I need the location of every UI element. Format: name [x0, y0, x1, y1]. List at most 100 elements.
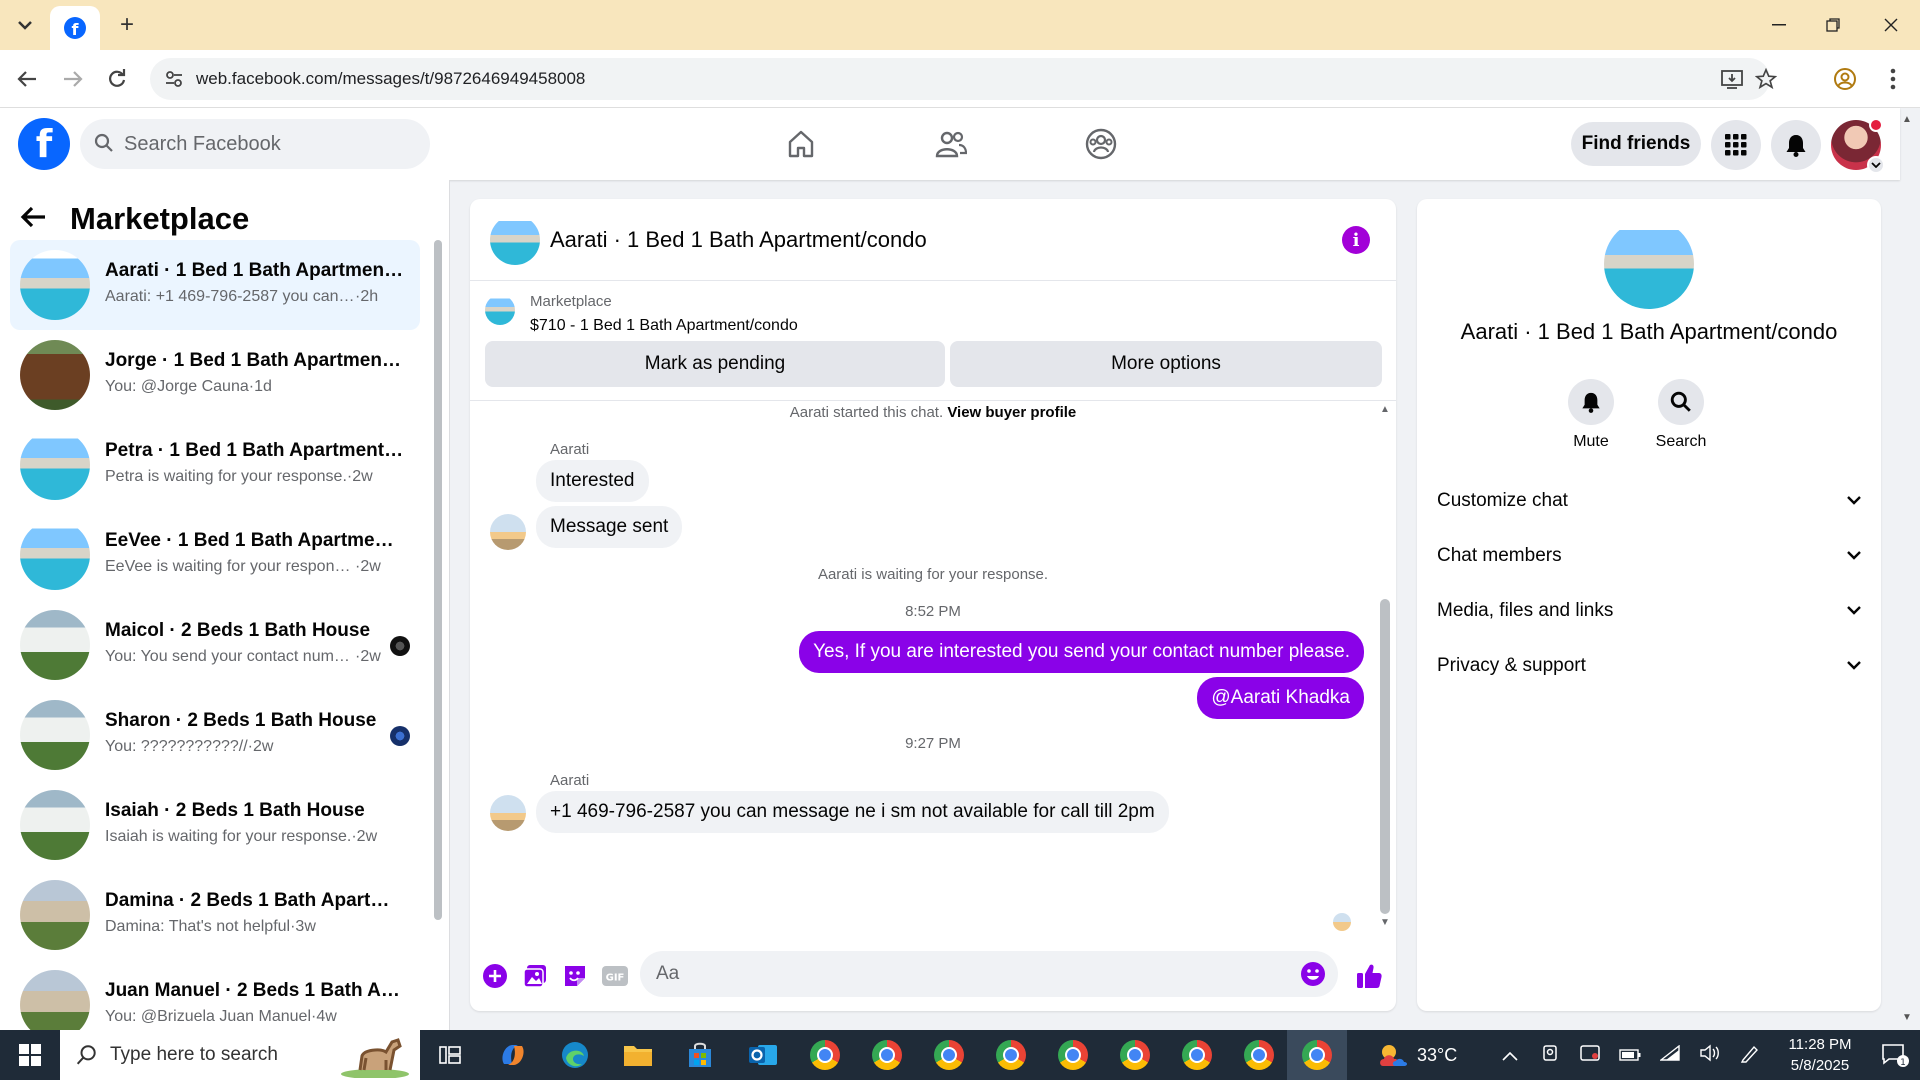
conversation-item[interactable]: Petra · 1 Bed 1 Bath Apartment/condo Pet… [10, 420, 420, 510]
task-view-icon[interactable] [430, 1035, 470, 1075]
facebook-tab[interactable]: f [50, 6, 100, 50]
mute-button[interactable]: Mute [1551, 379, 1631, 451]
reload-button[interactable] [100, 62, 134, 96]
taskbar-clock[interactable]: 11:28 PM 5/8/2025 [1770, 1034, 1870, 1076]
mark-as-pending-button[interactable]: Mark as pending [485, 341, 945, 387]
sidebar-scrollbar[interactable] [434, 240, 442, 920]
close-window-button[interactable] [1868, 8, 1914, 42]
chrome-profile-3-icon[interactable] [929, 1035, 969, 1075]
notifications-button[interactable] [1771, 120, 1821, 170]
chrome-profile-k-icon[interactable] [805, 1035, 845, 1075]
edge-icon[interactable] [555, 1035, 595, 1075]
conversation-item[interactable]: Damina · 2 Beds 1 Bath Apartment/condo D… [10, 870, 420, 960]
taskbar-search[interactable]: Type here to search [60, 1030, 420, 1080]
chrome-active-icon[interactable] [1287, 1030, 1347, 1080]
customize-chat-section[interactable]: Customize chat [1437, 476, 1861, 526]
message-input-field[interactable] [640, 951, 1338, 997]
restore-button[interactable] [1810, 8, 1856, 42]
outlook-icon[interactable] [743, 1035, 783, 1075]
conversation-item[interactable]: Aarati · 1 Bed 1 Bath Apartment/condo Aa… [10, 240, 420, 330]
copilot-icon[interactable] [493, 1035, 533, 1075]
privacy-support-section[interactable]: Privacy & support [1437, 641, 1861, 691]
facebook-search[interactable] [80, 119, 430, 169]
site-info-icon[interactable] [164, 69, 184, 89]
start-button[interactable] [0, 1030, 60, 1080]
sender-avatar[interactable] [490, 795, 526, 831]
page-scroll-up-arrow[interactable]: ▲ [1902, 114, 1912, 125]
chrome-profile-8-icon[interactable] [1239, 1035, 1279, 1075]
chrome-profile-5-icon[interactable] [1053, 1035, 1093, 1075]
message-bubble-outgoing[interactable]: Yes, If you are interested you send your… [799, 631, 1364, 673]
photo-icon[interactable] [520, 961, 550, 991]
waiting-notice: Aarati is waiting for your response. [817, 566, 1049, 583]
message-bubble-incoming[interactable]: +1 469-796-2587 you can message ne i sm … [536, 791, 1169, 833]
weather-widget[interactable]: 33°C [1375, 1030, 1457, 1080]
nav-friends[interactable] [896, 116, 1006, 172]
bookmark-star-icon[interactable] [1754, 67, 1778, 91]
pen-icon[interactable] [1730, 1043, 1770, 1068]
install-app-icon[interactable] [1720, 67, 1744, 91]
listing-thumbnail[interactable] [485, 295, 515, 325]
details-thumbnail[interactable] [1604, 219, 1694, 309]
address-bar[interactable]: web.facebook.com/messages/t/987264694945… [150, 58, 1777, 100]
search-button[interactable]: Search [1641, 379, 1721, 451]
forward-button[interactable] [56, 62, 90, 96]
back-arrow-icon[interactable] [20, 202, 60, 236]
conversation-item[interactable]: Sharon · 2 Beds 1 Bath House You: ??????… [10, 690, 420, 780]
file-explorer-icon[interactable] [618, 1035, 658, 1075]
emoji-icon[interactable] [1300, 961, 1326, 992]
browser-menu-icon[interactable] [1876, 62, 1910, 96]
conversation-item[interactable]: Isaiah · 2 Beds 1 Bath House Isaiah is w… [10, 780, 420, 870]
wifi-icon[interactable] [1650, 1044, 1690, 1066]
new-tab-button[interactable]: + [112, 10, 142, 40]
find-friends-button[interactable]: Find friends [1571, 122, 1701, 166]
message-bubble-incoming[interactable]: Message sent [536, 506, 683, 548]
url-text[interactable]: web.facebook.com/messages/t/987264694945… [196, 69, 585, 89]
media-files-links-section[interactable]: Media, files and links [1437, 586, 1861, 636]
chrome-profile-6-icon[interactable] [1115, 1035, 1155, 1075]
view-buyer-profile-link[interactable]: View buyer profile [947, 404, 1076, 421]
conversation-item[interactable]: Jorge · 1 Bed 1 Bath Apartment/condo You… [10, 330, 420, 420]
back-button[interactable] [10, 62, 44, 96]
search-label: Search [1655, 433, 1707, 450]
plus-icon[interactable] [480, 961, 510, 991]
volume-icon[interactable] [1690, 1044, 1730, 1067]
message-bubble-incoming[interactable]: Interested [536, 460, 649, 502]
gif-icon[interactable]: GIF [600, 961, 630, 991]
message-input[interactable] [656, 951, 1256, 997]
minimize-button[interactable] [1756, 8, 1802, 42]
tab-list-button[interactable] [8, 10, 42, 40]
chat-members-section[interactable]: Chat members [1437, 531, 1861, 581]
meet-now-icon[interactable] [1530, 1044, 1570, 1067]
more-options-button[interactable]: More options [950, 341, 1382, 387]
chat-scrollbar[interactable] [1380, 599, 1390, 914]
chrome-profile-2-icon[interactable] [867, 1035, 907, 1075]
listing-price[interactable]: $710 - 1 Bed 1 Bath Apartment/condo [530, 317, 798, 335]
chat-scroll-up-arrow[interactable]: ▲ [1380, 404, 1390, 415]
show-hidden-icons-icon[interactable] [1490, 1045, 1530, 1066]
nav-groups[interactable] [1046, 116, 1156, 172]
battery-icon[interactable] [1610, 1045, 1650, 1066]
facebook-search-input[interactable] [124, 119, 414, 169]
conversation-item[interactable]: EeVee · 1 Bed 1 Bath Apartment/condo EeV… [10, 510, 420, 600]
info-icon[interactable]: i [1342, 226, 1370, 254]
chat-title[interactable]: Aarati · 1 Bed 1 Bath Apartment/condo [550, 227, 927, 253]
account-avatar[interactable] [1831, 118, 1885, 174]
message-bubble-outgoing[interactable]: @Aarati Khadka [1197, 677, 1364, 719]
sender-avatar[interactable] [490, 514, 526, 550]
chrome-profile-7-icon[interactable] [1177, 1035, 1217, 1075]
conversation-item[interactable]: Maicol · 2 Beds 1 Bath House You: You se… [10, 600, 420, 690]
nav-home[interactable] [746, 116, 856, 172]
chat-scroll-down-arrow[interactable]: ▼ [1380, 917, 1390, 928]
facebook-logo[interactable]: f [18, 118, 70, 170]
microsoft-store-icon[interactable] [680, 1035, 720, 1075]
screen-record-icon[interactable] [1570, 1044, 1610, 1067]
thumbs-up-icon[interactable] [1354, 961, 1384, 991]
chrome-profile-k2-icon[interactable] [991, 1035, 1031, 1075]
sticker-icon[interactable] [560, 961, 590, 991]
profile-icon[interactable] [1828, 62, 1862, 96]
menu-button[interactable] [1711, 120, 1761, 170]
page-scroll-down-arrow[interactable]: ▼ [1902, 1012, 1912, 1023]
chat-thumbnail[interactable] [490, 215, 540, 265]
notification-center-button[interactable]: 1 [1870, 1030, 1920, 1080]
